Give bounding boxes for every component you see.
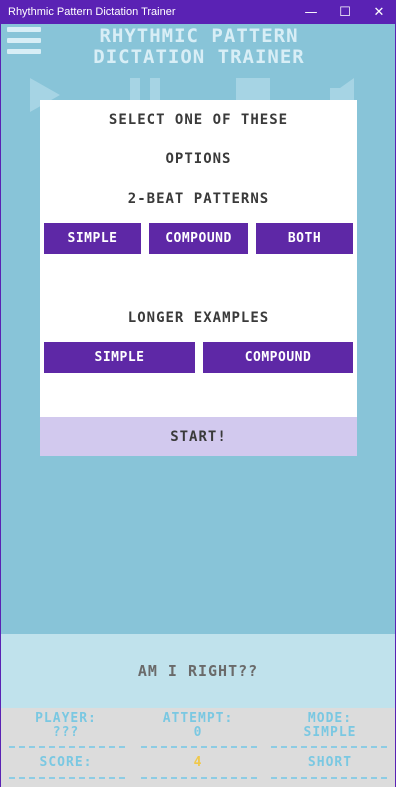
attempt-label: ATTEMPT: xyxy=(162,711,234,726)
player-stat: PLAYER: ??? xyxy=(9,712,123,740)
am-i-right-button[interactable]: AM I RIGHT?? xyxy=(1,634,395,708)
section-title-longer-examples: LONGER EXAMPLES xyxy=(127,310,270,326)
score-value: 4 xyxy=(193,755,203,770)
mode-label: MODE: xyxy=(307,711,353,726)
app-title: RHYTHMIC PATTERN DICTATION TRAINER xyxy=(56,26,342,68)
hamburger-line xyxy=(7,38,41,43)
close-button[interactable]: ✕ xyxy=(362,0,396,24)
length-value: SHORT xyxy=(307,755,353,770)
2-beat-simple-button[interactable]: SIMPLE xyxy=(44,223,141,254)
mode-value: SIMPLE xyxy=(303,725,357,740)
maximize-button[interactable]: ☐ xyxy=(328,0,362,24)
hamburger-line xyxy=(7,49,41,54)
score-label: SCORE: xyxy=(39,755,93,770)
stats-panel: PLAYER: ??? ATTEMPT: 0 MODE: SIMPLE SCOR… xyxy=(1,708,395,787)
options-modal: SELECT ONE OF THESE OPTIONS 2-BEAT PATTE… xyxy=(40,100,357,456)
attempt-stat: ATTEMPT: 0 xyxy=(141,712,255,740)
divider xyxy=(9,777,125,779)
divider xyxy=(141,777,257,779)
modal-heading-line1: SELECT ONE OF THESE xyxy=(108,112,289,128)
divider xyxy=(141,746,257,748)
hamburger-line xyxy=(7,27,41,32)
player-label: PLAYER: xyxy=(35,711,97,726)
divider xyxy=(271,746,387,748)
app-title-line2: DICTATION TRAINER xyxy=(93,46,305,68)
window-titlebar: Rhythmic Pattern Dictation Trainer — ☐ ✕ xyxy=(0,0,396,24)
2-beat-compound-button[interactable]: COMPOUND xyxy=(149,223,248,254)
hamburger-menu-icon[interactable] xyxy=(7,27,41,59)
longer-compound-button[interactable]: COMPOUND xyxy=(203,342,353,373)
2-beat-both-button[interactable]: BOTH xyxy=(256,223,353,254)
longer-simple-button[interactable]: SIMPLE xyxy=(44,342,195,373)
am-i-right-label: AM I RIGHT?? xyxy=(137,662,259,680)
minimize-button[interactable]: — xyxy=(294,0,328,24)
section-title-2-beat-patterns: 2-BEAT PATTERNS xyxy=(127,191,270,207)
divider xyxy=(9,746,125,748)
attempt-value: 0 xyxy=(193,725,203,740)
window-title: Rhythmic Pattern Dictation Trainer xyxy=(8,6,176,18)
player-value: ??? xyxy=(52,725,80,740)
mode-stat: MODE: SIMPLE xyxy=(273,712,387,740)
modal-heading-line2: OPTIONS xyxy=(165,151,232,167)
start-button[interactable]: START! xyxy=(40,417,357,456)
app-title-line1: RHYTHMIC PATTERN xyxy=(99,25,299,47)
divider xyxy=(271,777,387,779)
